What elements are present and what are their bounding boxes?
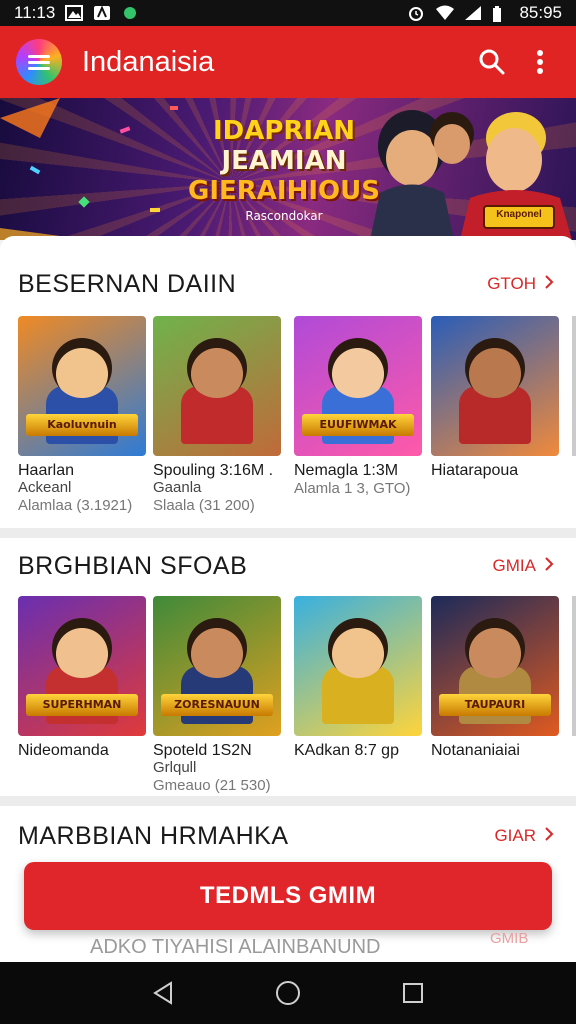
banner-line-3: GIERAIHIOUS: [188, 176, 380, 206]
game-thumbnail[interactable]: EUUFIWMAK: [294, 316, 422, 456]
section-2-header: BRGHBIAN SFOAB GMIA: [18, 546, 554, 586]
section-title: MARBBIAN HRMAHKA: [18, 821, 289, 850]
more-vert-icon[interactable]: [520, 42, 560, 82]
game-thumbnail[interactable]: SUPERHMAN: [18, 596, 146, 736]
game-card[interactable]: KAdkan 8:7 gp: [294, 596, 422, 759]
game-card[interactable]: Hiatarapoua: [431, 316, 559, 479]
app-bar: Indanaisia: [0, 26, 576, 98]
game-card[interactable]: SUPERHMAN Nideomanda: [18, 596, 146, 759]
section-title: BESERNAN DAIIN: [18, 269, 237, 298]
app-title: Indanaisia: [82, 45, 215, 78]
chevron-right-icon: [544, 556, 554, 577]
game-subtitle: Ackeanl: [18, 479, 72, 496]
character-head: [328, 338, 388, 398]
home-circle-icon[interactable]: [268, 973, 308, 1013]
system-nav-bar: [0, 962, 576, 1024]
app-notification-icon: [93, 5, 111, 21]
section-more-link[interactable]: GIAR: [494, 826, 554, 847]
chevron-right-icon: [544, 826, 554, 847]
game-thumbnail[interactable]: ZORESNAUUN: [153, 596, 281, 736]
banner-tagline: Rascondokar: [245, 209, 323, 223]
section-2: BRGHBIAN SFOAB GMIA SUPERHMAN Nideomanda Z…: [0, 546, 576, 796]
game-logo-text: TAUPAURI: [439, 694, 551, 716]
promo-banner[interactable]: IDAPRIAN JEAMIAN GIERAIHIOUS Rascondokar…: [0, 98, 576, 240]
section-1: BESERNAN DAIIN GTOH Kaoluvnuin Haarlan Ack…: [0, 264, 576, 534]
game-title: Nemagla 1:3M: [294, 462, 399, 479]
banner-line-1: IDAPRIAN: [212, 116, 355, 146]
game-logo-text: EUUFIWMAK: [302, 414, 414, 436]
next-card-peek: [572, 316, 576, 456]
image-notification-icon: [65, 5, 84, 21]
game-meta: Alamlaa (3.1921): [18, 497, 133, 514]
banner-badge: Knaponel: [496, 209, 542, 220]
game-card[interactable]: EUUFIWMAK Nemagla 1:3M Alamla 1 3, GTO): [294, 316, 422, 498]
game-logo-text: SUPERHMAN: [26, 694, 138, 716]
character-head: [465, 338, 525, 398]
game-title: Spoteld 1S2N: [153, 742, 252, 759]
character-head: [465, 618, 525, 678]
banner-line-2: JEAMIAN: [221, 146, 347, 176]
status-bar: 11:13 85:95: [0, 0, 576, 26]
game-title: KAdkan 8:7 gp: [294, 742, 399, 759]
game-card[interactable]: TAUPAURI Notananiaiai: [431, 596, 559, 759]
more-label: GIAR: [494, 826, 536, 845]
game-thumbnail[interactable]: Kaoluvnuin: [18, 316, 146, 456]
game-thumbnail[interactable]: [153, 316, 281, 456]
game-title: Spouling 3:16M .: [153, 462, 274, 479]
game-title: Hiatarapoua: [431, 462, 519, 479]
game-subtitle: Grlqull: [153, 759, 197, 776]
faded-list-text: ADKO TIYAHISI ALAINBANUND: [90, 936, 381, 958]
game-card[interactable]: ZORESNAUUN Spoteld 1S2N Grlqull Gmeauo (21 …: [153, 596, 281, 795]
character-head: [187, 338, 247, 398]
back-triangle-icon[interactable]: [143, 973, 183, 1013]
section-more-link[interactable]: GMIA: [493, 556, 554, 577]
menu-icon[interactable]: [16, 39, 62, 85]
game-thumbnail[interactable]: TAUPAURI: [431, 596, 559, 736]
section-title: BRGHBIAN SFOAB: [18, 551, 248, 580]
more-label: GMIA: [492, 556, 536, 575]
wifi-icon: [435, 5, 455, 21]
primary-cta-button[interactable]: TEDMLS GMIM: [24, 862, 552, 930]
section-3-header: MARBBIAN HRMAHKA GIAR: [18, 816, 554, 856]
game-logo-text: Kaoluvnuin: [26, 414, 138, 436]
search-icon[interactable]: [472, 42, 512, 82]
green-dot-icon: [121, 5, 139, 21]
game-meta: Gmeauo (21 530): [153, 777, 271, 794]
divider: [0, 796, 576, 806]
game-thumbnail[interactable]: [294, 596, 422, 736]
alarm-icon: [407, 5, 425, 21]
character-head: [52, 338, 112, 398]
card-row: SUPERHMAN Nideomanda ZORESNAUUN Spoteld 1S2…: [18, 596, 576, 796]
game-meta: Slaala (31 200): [153, 497, 255, 514]
recents-square-icon[interactable]: [393, 973, 433, 1013]
more-label: GTOH: [487, 274, 536, 293]
character-head: [328, 618, 388, 678]
game-title: Notananiaiai: [431, 742, 520, 759]
game-card[interactable]: Spouling 3:16M . Gaanla Slaala (31 200): [153, 316, 281, 515]
section-more-link[interactable]: GTOH: [487, 274, 554, 295]
status-time: 11:13: [14, 3, 56, 22]
card-row: Kaoluvnuin Haarlan Ackeanl Alamlaa (3.1921)…: [18, 316, 576, 516]
character-head: [52, 618, 112, 678]
game-card[interactable]: Kaoluvnuin Haarlan Ackeanl Alamlaa (3.1921): [18, 316, 146, 515]
game-title: Nideomanda: [18, 742, 109, 759]
game-thumbnail[interactable]: [431, 316, 559, 456]
next-card-peek: [572, 596, 576, 736]
character-head: [187, 618, 247, 678]
divider: [0, 528, 576, 538]
chevron-right-icon: [544, 274, 554, 295]
content-sheet: BESERNAN DAIIN GTOH Kaoluvnuin Haarlan Ack…: [0, 236, 576, 962]
game-title: Haarlan: [18, 462, 75, 479]
game-meta: Alamla 1 3, GTO): [294, 480, 411, 497]
game-logo-text: ZORESNAUUN: [161, 694, 273, 716]
battery-icon: [491, 5, 509, 22]
game-subtitle: Gaanla: [153, 479, 202, 496]
status-clock: 85:95: [519, 3, 562, 22]
banner-headline: IDAPRIAN JEAMIAN GIERAIHIOUS Rascondokar: [188, 116, 380, 224]
faded-more-label: GMIB: [490, 930, 529, 947]
section-1-header: BESERNAN DAIIN GTOH: [18, 264, 554, 304]
signal-icon: [463, 5, 482, 21]
